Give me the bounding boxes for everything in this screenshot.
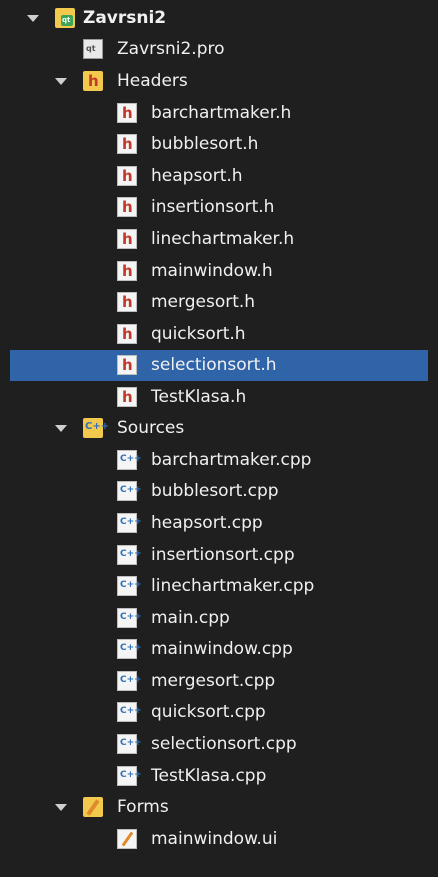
folder-label: Forms [117, 797, 169, 817]
file-label: quicksort.h [151, 324, 246, 344]
file-label: heapsort.h [151, 166, 243, 186]
header-file-icon: h [117, 229, 137, 249]
tree-item-file[interactable]: h linechartmaker.h [0, 224, 438, 255]
header-file-icon: h [117, 166, 137, 186]
tree-item-file[interactable]: h mainwindow.h [0, 256, 438, 287]
file-label: TestKlasa.cpp [151, 766, 267, 786]
file-label: bubblesort.h [151, 134, 259, 154]
tree-item-file[interactable]: h barchartmaker.h [0, 98, 438, 129]
project-tree: qt Zavrsni2 qt Zavrsni2.pro h Headers h … [0, 0, 438, 877]
file-label: linechartmaker.h [151, 229, 295, 249]
source-folder-icon: C++ [83, 418, 109, 438]
tree-item-pro-file[interactable]: qt Zavrsni2.pro [0, 34, 438, 65]
file-label: mainwindow.h [151, 261, 273, 281]
cpp-file-icon: C++ [117, 513, 142, 533]
file-label: mainwindow.cpp [151, 639, 293, 659]
file-label: selectionsort.h [151, 355, 277, 375]
file-label: quicksort.cpp [151, 702, 266, 722]
header-file-icon: h [117, 103, 137, 123]
folder-label: Sources [117, 418, 185, 438]
expand-arrow-icon[interactable] [27, 15, 39, 22]
tree-item-file[interactable]: C++ quicksort.cpp [0, 697, 438, 728]
tree-item-file[interactable]: C++ selectionsort.cpp [0, 729, 438, 760]
tree-item-file[interactable]: C++ insertionsort.cpp [0, 540, 438, 571]
file-label: Zavrsni2.pro [117, 39, 225, 59]
cpp-file-icon: C++ [117, 545, 142, 565]
tree-item-sources[interactable]: C++ Sources [0, 413, 438, 444]
cpp-file-icon: C++ [117, 481, 142, 501]
file-label: mergesort.cpp [151, 671, 276, 691]
tree-item-file[interactable]: C++ linechartmaker.cpp [0, 571, 438, 602]
ui-file-icon [117, 829, 137, 849]
file-label: barchartmaker.h [151, 103, 292, 123]
tree-item-file[interactable]: mainwindow.ui [0, 824, 438, 855]
cpp-file-icon: C++ [117, 671, 142, 691]
tree-item-file[interactable]: C++ bubblesort.cpp [0, 476, 438, 507]
cpp-file-icon: C++ [117, 576, 142, 596]
project-name: Zavrsni2 [83, 8, 167, 28]
file-label: heapsort.cpp [151, 513, 263, 533]
expand-arrow-icon[interactable] [55, 425, 67, 432]
tree-item-forms[interactable]: Forms [0, 792, 438, 823]
header-file-icon: h [117, 261, 137, 281]
cpp-file-icon: C++ [117, 450, 142, 470]
cpp-file-icon: C++ [117, 702, 142, 722]
file-label: insertionsort.cpp [151, 545, 295, 565]
cpp-file-icon: C++ [117, 639, 142, 659]
tree-item-file[interactable]: h heapsort.h [0, 161, 438, 192]
expand-arrow-icon[interactable] [55, 804, 67, 811]
tree-item-file[interactable]: h insertionsort.h [0, 192, 438, 223]
tree-item-file[interactable]: C++ TestKlasa.cpp [0, 761, 438, 792]
header-file-icon: h [117, 324, 137, 344]
cpp-file-icon: C++ [117, 608, 142, 628]
header-file-icon: h [117, 355, 137, 375]
file-label: barchartmaker.cpp [151, 450, 312, 470]
tree-item-file[interactable]: C++ main.cpp [0, 603, 438, 634]
tree-item-file[interactable]: C++ mergesort.cpp [0, 666, 438, 697]
header-folder-icon: h [83, 71, 103, 91]
tree-item-file[interactable]: C++ mainwindow.cpp [0, 634, 438, 665]
tree-item-file-selected[interactable]: h selectionsort.h [10, 350, 428, 381]
tree-item-file[interactable]: h quicksort.h [0, 319, 438, 350]
pro-file-icon: qt [83, 39, 103, 59]
expand-arrow-icon[interactable] [55, 78, 67, 85]
folder-label: Headers [117, 71, 188, 91]
file-label: main.cpp [151, 608, 230, 628]
tree-item-file[interactable]: h bubblesort.h [0, 129, 438, 160]
file-label: mergesort.h [151, 292, 256, 312]
header-file-icon: h [117, 292, 137, 312]
file-label: bubblesort.cpp [151, 481, 279, 501]
cpp-file-icon: C++ [117, 766, 142, 786]
header-file-icon: h [117, 197, 137, 217]
tree-item-file[interactable]: C++ barchartmaker.cpp [0, 445, 438, 476]
cpp-file-icon: C++ [117, 734, 142, 754]
file-label: selectionsort.cpp [151, 734, 297, 754]
file-label: mainwindow.ui [151, 829, 278, 849]
tree-item-file[interactable]: h TestKlasa.h [0, 382, 438, 413]
file-label: TestKlasa.h [151, 387, 247, 407]
header-file-icon: h [117, 387, 137, 407]
header-file-icon: h [117, 134, 137, 154]
file-label: linechartmaker.cpp [151, 576, 315, 596]
tree-item-file[interactable]: C++ heapsort.cpp [0, 508, 438, 539]
forms-folder-icon [83, 797, 103, 817]
tree-item-file[interactable]: h mergesort.h [0, 287, 438, 318]
tree-item-headers[interactable]: h Headers [0, 66, 438, 97]
file-label: insertionsort.h [151, 197, 275, 217]
qt-project-icon: qt [55, 8, 75, 28]
tree-item-project[interactable]: qt Zavrsni2 [0, 3, 438, 34]
